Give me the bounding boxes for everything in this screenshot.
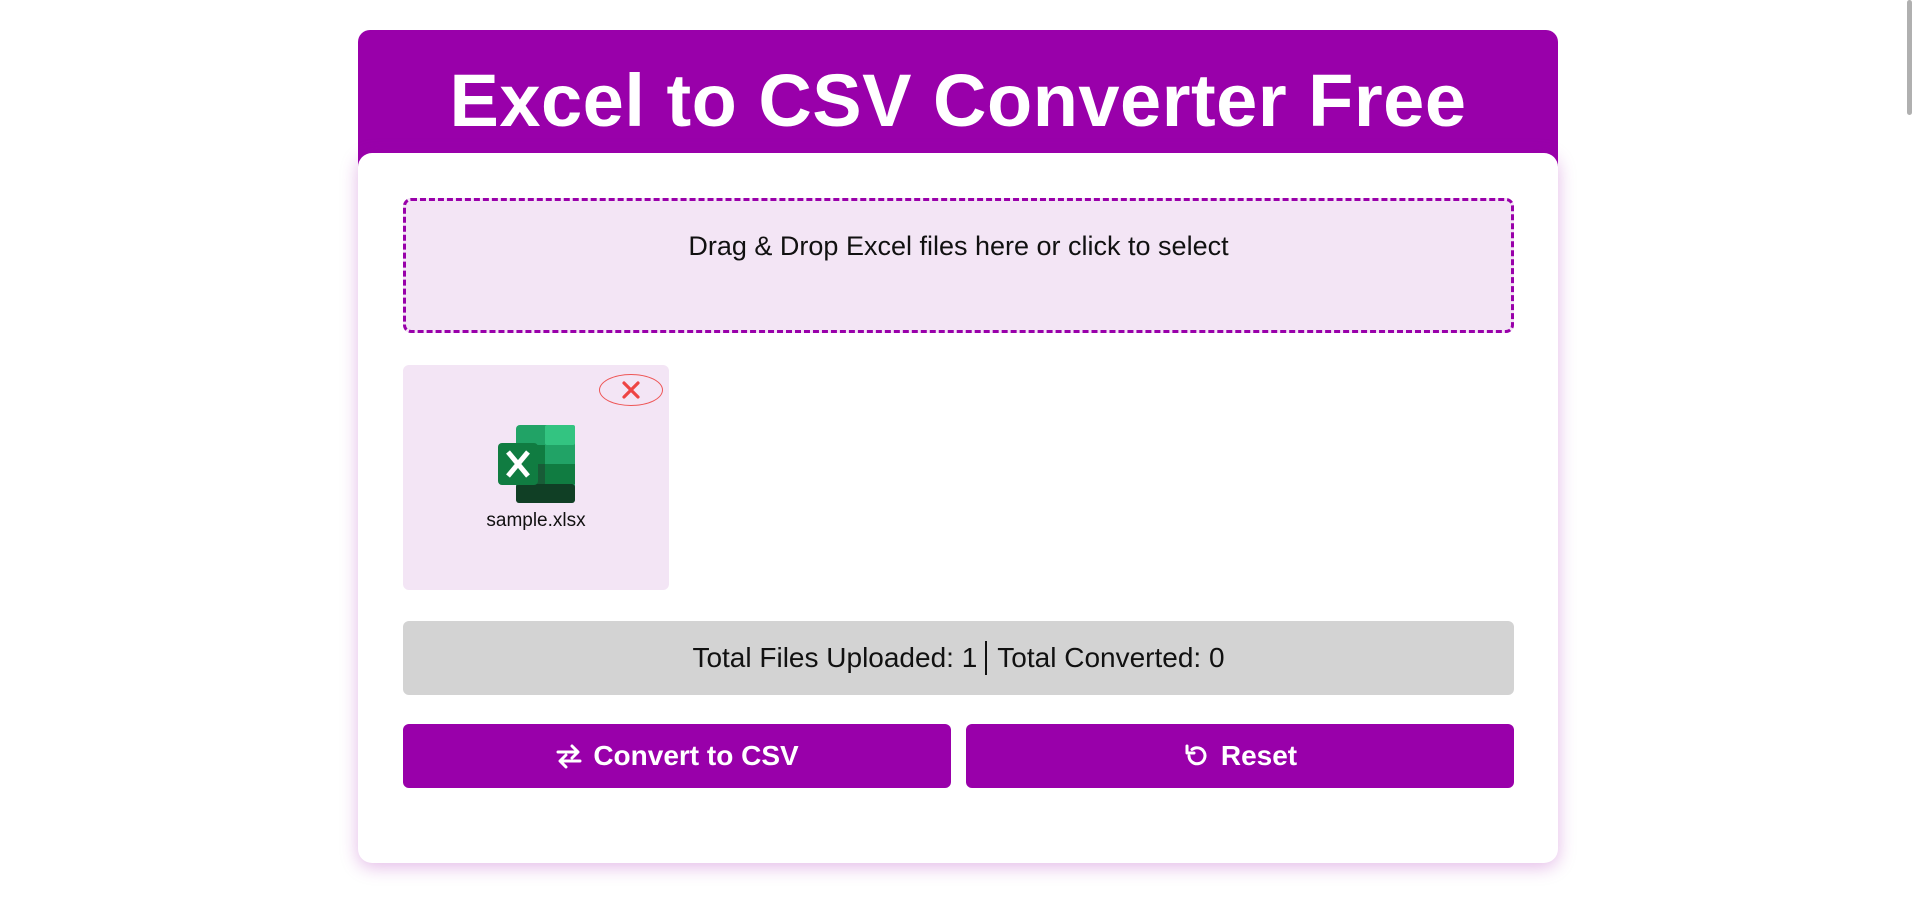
reset-button[interactable]: Reset [966, 724, 1514, 788]
page-title: Excel to CSV Converter Free [449, 59, 1467, 142]
reset-label: Reset [1220, 740, 1298, 771]
stats-divider [985, 641, 988, 675]
convert-to-csv-button[interactable]: Convert to CSV [403, 724, 951, 788]
excel-file-icon [498, 425, 575, 503]
rotate-left-icon [1183, 742, 1211, 770]
converted-label: Total Converted: [997, 642, 1202, 673]
page-scrollbar[interactable] [1903, 0, 1917, 918]
swap-arrows-icon [555, 742, 583, 770]
dropzone-label: Drag & Drop Excel files here or click to… [688, 231, 1229, 261]
close-icon [622, 381, 640, 399]
scrollbar-thumb[interactable] [1907, 0, 1912, 115]
page: Excel to CSV Converter Free Drag & Drop … [0, 0, 1917, 918]
converted-count: 0 [1208, 642, 1225, 673]
file-dropzone[interactable]: Drag & Drop Excel files here or click to… [403, 198, 1514, 333]
remove-file-button[interactable] [599, 374, 663, 406]
file-name: sample.xlsx [486, 510, 586, 531]
uploaded-count: 1 [961, 642, 978, 673]
file-item: sample.xlsx [403, 365, 669, 590]
conversion-stats: Total Files Uploaded: 1 Total Converted:… [403, 621, 1514, 695]
convert-label: Convert to CSV [593, 740, 799, 771]
converter-card: Drag & Drop Excel files here or click to… [358, 153, 1558, 863]
uploaded-label: Total Files Uploaded: [692, 642, 954, 673]
